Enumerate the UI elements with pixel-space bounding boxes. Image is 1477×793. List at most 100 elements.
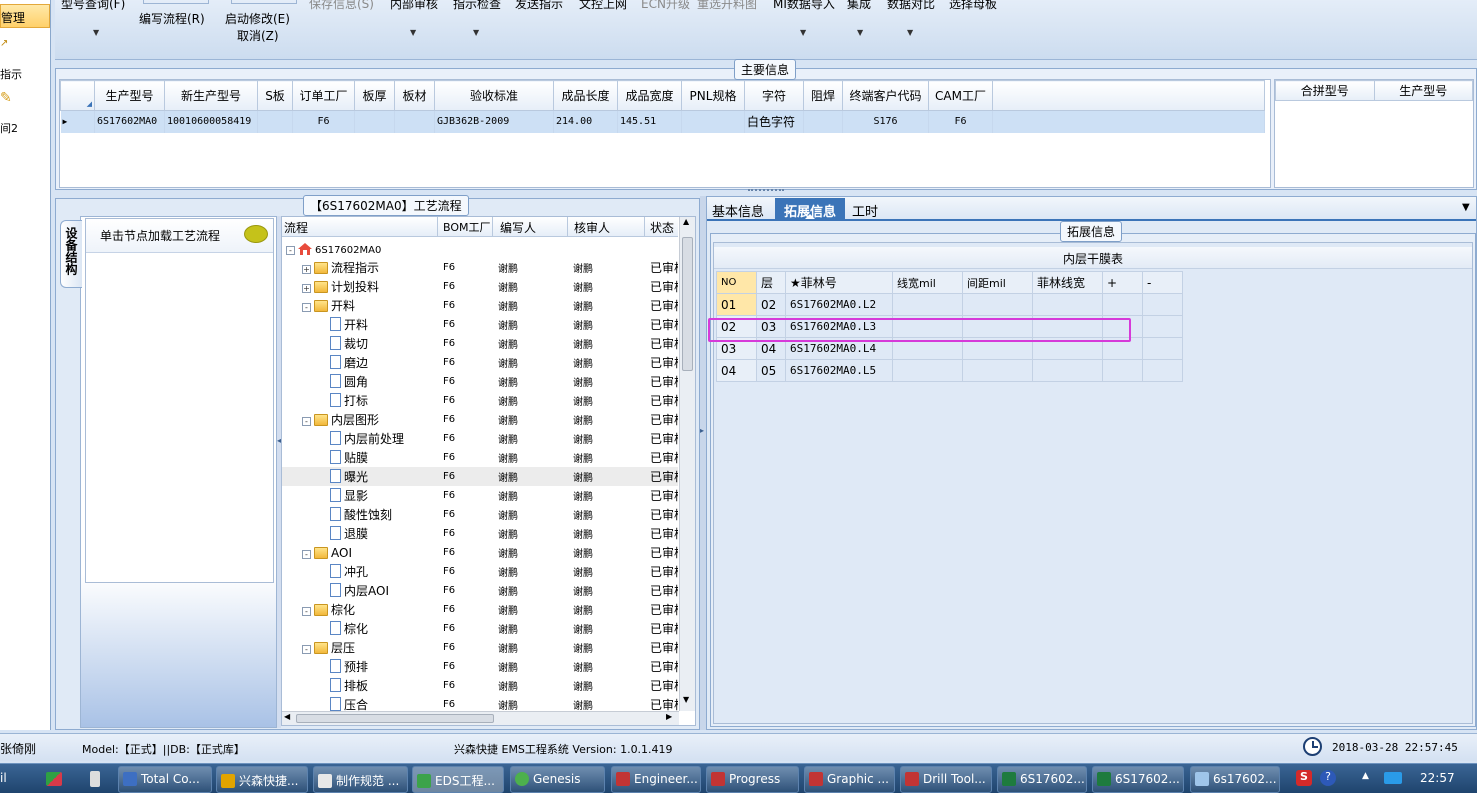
table-row[interactable]: 04 05 6S17602MA0.L5 [716,359,1183,382]
taskbar-item-genesis[interactable]: Genesis [510,766,605,793]
collapse-icon[interactable]: - [302,645,311,654]
cell-spacing[interactable] [962,293,1033,316]
col-header[interactable]: 线宽mil [892,271,963,294]
cell-cam-factory[interactable]: F6 [928,110,993,133]
col-header[interactable]: 板厚 [354,80,395,111]
expand-icon[interactable]: + [302,284,311,293]
merge-col-header[interactable]: 合拼型号 [1275,80,1375,101]
phone-app-icon[interactable] [90,771,100,787]
flow-tree-row[interactable]: - 6S17602MA0 [282,239,678,258]
merge-col-header[interactable]: 生产型号 [1373,80,1473,101]
cell-model[interactable]: 6S17602MA0 [94,110,165,133]
table-row[interactable]: 01 02 6S17602MA0.L2 [716,293,1183,316]
flow-tree-row[interactable]: 压合 F6 谢鹏 谢鹏 已审核 [282,695,678,711]
cell-length[interactable]: 214.00 [553,110,618,133]
col-header[interactable]: 核审人 [574,219,610,236]
cell-material[interactable] [394,110,435,133]
flow-tree-row[interactable]: 裁切 F6 谢鹏 谢鹏 已审核 [282,334,678,353]
scroll-down-icon[interactable]: ▼ [683,695,689,704]
cell-line-width[interactable] [892,359,963,382]
cell-standard[interactable]: GJB362B-2009 [434,110,554,133]
flow-tree-row[interactable]: 打标 F6 谢鹏 谢鹏 已审核 [282,391,678,410]
flow-tree-row[interactable]: 预排 F6 谢鹏 谢鹏 已审核 [282,657,678,676]
flow-tree-row[interactable]: - AOI F6 谢鹏 谢鹏 已审核 [282,543,678,562]
scroll-thumb[interactable] [682,237,693,371]
h-scroll-thumb[interactable] [296,714,494,723]
flow-tree-row[interactable]: 磨边 F6 谢鹏 谢鹏 已审核 [282,353,678,372]
ecn-upgrade-button[interactable]: ECN升级 [641,0,690,12]
col-header[interactable]: 间距mil [962,271,1033,294]
taskbar-item-drill-tool[interactable]: Drill Tool... [900,766,992,793]
flow-tree-row[interactable]: 棕化 F6 谢鹏 谢鹏 已审核 [282,619,678,638]
integrate-dropdown-icon[interactable]: ▼ [857,28,863,37]
taskbar-item-excel-1[interactable]: 6S17602... [997,766,1087,793]
model-query-dropdown-icon[interactable]: ▼ [93,28,99,37]
col-header[interactable]: 编写人 [500,219,536,236]
col-header[interactable]: - [1142,271,1183,294]
flow-tree-row[interactable]: 贴膜 F6 谢鹏 谢鹏 已审核 [282,448,678,467]
equipment-structure-tab[interactable]: 设备结构 [60,220,82,288]
col-header[interactable]: BOM工厂 [443,219,491,235]
cancel-button[interactable]: 取消(Z) [237,27,279,44]
taskbar-item-notepad[interactable]: 6s17602... [1190,766,1280,793]
collapse-icon[interactable]: - [302,607,311,616]
scroll-up-icon[interactable]: ▲ [683,217,689,226]
col-header[interactable]: + [1102,271,1143,294]
network-icon[interactable] [1384,772,1402,784]
cell-new-model[interactable]: 10010600058419 [164,110,258,133]
col-header[interactable]: PNL规格 [681,80,745,111]
internal-review-button[interactable]: 内部审核 [390,0,438,12]
send-instruction-button[interactable]: 发送指示 [515,0,563,12]
flow-horizontal-scrollbar[interactable]: ◀ ▶ [282,711,679,725]
write-flow-button[interactable]: 编写流程(R) [139,10,205,27]
taskbar-item-engineer[interactable]: Engineer... [611,766,701,793]
tray-arrow-icon[interactable]: ▲ [1362,771,1369,781]
splitter-top-grip[interactable] [748,189,784,193]
flow-tree-row[interactable]: - 开料 F6 谢鹏 谢鹏 已审核 [282,296,678,315]
col-header[interactable]: 阻焊 [803,80,843,111]
col-header[interactable]: 成品宽度 [617,80,682,111]
cell-film-line-width[interactable] [1032,359,1103,382]
col-header[interactable]: NO [716,271,757,294]
mi-import-dropdown-icon[interactable]: ▼ [800,28,806,37]
taskbar-item-spec[interactable]: 制作规范 ... [313,766,408,793]
nav-item-instruction[interactable]: 指示 [0,66,50,82]
flow-tree-row[interactable]: 冲孔 F6 谢鹏 谢鹏 已审核 [282,562,678,581]
data-compare-button[interactable]: 数据对比 [887,0,935,12]
cell-minus[interactable] [1142,359,1183,382]
tab-basic-info[interactable]: 基本信息 [712,201,764,220]
flow-tree-row[interactable]: 显影 F6 谢鹏 谢鹏 已审核 [282,486,678,505]
cell-no[interactable]: 04 [716,359,757,382]
cell-layer[interactable]: 02 [756,293,786,316]
collapse-icon[interactable]: - [302,549,311,559]
flow-tree-row[interactable]: 排板 F6 谢鹏 谢鹏 已审核 [282,676,678,695]
taskbar-clock[interactable]: 22:57 [1420,771,1455,785]
cell-order-factory[interactable]: F6 [292,110,355,133]
mi-data-import-button[interactable]: MI数据导入 [773,0,835,12]
table-row[interactable]: ▶ 6S17602MA0 10010600058419 F6 GJB362B-2… [60,110,1265,133]
flow-tree-row[interactable]: - 层压 F6 谢鹏 谢鹏 已审核 [282,638,678,657]
flow-tree-row[interactable]: 开料 F6 谢鹏 谢鹏 已审核 [282,315,678,334]
flow-tree-row[interactable]: + 计划投料 F6 谢鹏 谢鹏 已审核 [282,277,678,296]
integrate-button[interactable]: 集成 [847,0,871,12]
col-header[interactable]: 验收标准 [434,80,554,111]
cell-film-no[interactable]: 6S17602MA0.L5 [785,359,893,382]
taskbar-item-eds[interactable]: EDS工程... [412,766,504,793]
instruction-check-dropdown-icon[interactable]: ▼ [473,28,479,37]
cell-pnl[interactable] [681,110,745,133]
col-header[interactable]: ★菲林号 [785,271,893,294]
doc-control-online-button[interactable]: 文控上网 [579,0,627,12]
cell-character[interactable]: 白色字符 [744,110,804,133]
cell-minus[interactable] [1142,293,1183,316]
scroll-left-icon[interactable]: ◀ [284,712,290,721]
cell-minus[interactable] [1142,337,1183,360]
col-header[interactable]: 板材 [394,80,435,111]
flash-app-icon[interactable] [46,772,62,786]
cell-no[interactable]: 01 [716,293,757,316]
flow-tree-row[interactable]: 内层AOI F6 谢鹏 谢鹏 已审核 [282,581,678,600]
scroll-right-icon[interactable]: ▶ [666,712,672,721]
cell-plus[interactable] [1102,293,1143,316]
cell-thickness[interactable] [354,110,395,133]
hint-header[interactable]: 单击节点加载工艺流程 [86,219,273,253]
col-header[interactable]: 新生产型号 [164,80,258,111]
